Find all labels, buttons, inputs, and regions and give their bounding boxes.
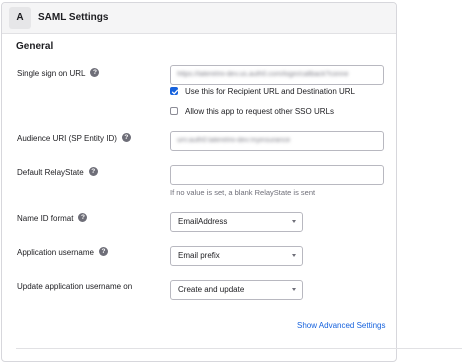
update-username-label: Update application username on — [17, 282, 132, 291]
recipient-url-option[interactable]: Use this for Recipient URL and Destinati… — [170, 86, 356, 96]
audience-uri-value: urn:auth0:laterelmi-dev:myinsurance — [177, 137, 291, 144]
sso-url-label-text: Single sign on URL — [17, 69, 86, 78]
section-title: General — [16, 41, 54, 52]
help-circle-icon[interactable]: ? — [88, 167, 98, 177]
name-id-format-value: EmailAddress — [178, 217, 228, 226]
sso-url-value: https://laterelmi-dev.us.auth0.com/login… — [177, 71, 349, 78]
other-sso-option[interactable]: Allow this app to request other SSO URLs — [170, 106, 334, 116]
app-username-label: Application username? — [17, 247, 108, 257]
checkmark-icon — [171, 89, 179, 95]
audience-uri-label-text: Audience URI (SP Entity ID) — [17, 134, 117, 143]
other-sso-checkbox-label: Allow this app to request other SSO URLs — [185, 107, 334, 116]
relay-state-hint: If no value is set, a blank RelayState i… — [170, 188, 316, 197]
help-circle-icon[interactable]: ? — [98, 247, 108, 257]
update-username-value: Create and update — [178, 285, 245, 294]
name-id-format-label: Name ID format? — [17, 213, 88, 223]
panel-title: SAML Settings — [38, 12, 109, 23]
help-circle-icon[interactable]: ? — [90, 68, 100, 78]
app-username-label-text: Application username — [17, 248, 94, 257]
name-id-format-select[interactable]: EmailAddress — [170, 212, 303, 232]
update-username-select[interactable]: Create and update — [170, 280, 303, 300]
relay-state-input[interactable] — [170, 165, 384, 185]
other-sso-checkbox[interactable] — [170, 106, 178, 115]
relay-state-label: Default RelayState? — [17, 167, 98, 177]
audience-uri-label: Audience URI (SP Entity ID)? — [17, 133, 131, 143]
recipient-url-checkbox[interactable] — [170, 86, 179, 95]
help-circle-icon[interactable]: ? — [78, 213, 88, 223]
help-circle-icon[interactable]: ? — [121, 133, 131, 143]
show-advanced-settings-link[interactable]: Show Advanced Settings — [297, 321, 386, 330]
chevron-down-icon — [292, 220, 296, 223]
sso-url-input[interactable]: https://laterelmi-dev.us.auth0.com/login… — [170, 65, 384, 85]
audience-uri-input[interactable]: urn:auth0:laterelmi-dev:myinsurance — [170, 131, 384, 151]
app-username-value: Email prefix — [178, 251, 220, 260]
step-badge: A — [9, 7, 31, 29]
name-id-format-label-text: Name ID format — [17, 214, 74, 223]
section-divider — [16, 348, 462, 349]
relay-state-label-text: Default RelayState — [17, 168, 84, 177]
app-username-select[interactable]: Email prefix — [170, 246, 303, 266]
chevron-down-icon — [292, 288, 296, 291]
panel-header: A SAML Settings — [2, 3, 396, 34]
sso-url-label: Single sign on URL? — [17, 68, 100, 78]
recipient-url-checkbox-label: Use this for Recipient URL and Destinati… — [185, 87, 356, 96]
chevron-down-icon — [292, 254, 296, 257]
update-username-label-text: Update application username on — [17, 282, 133, 291]
